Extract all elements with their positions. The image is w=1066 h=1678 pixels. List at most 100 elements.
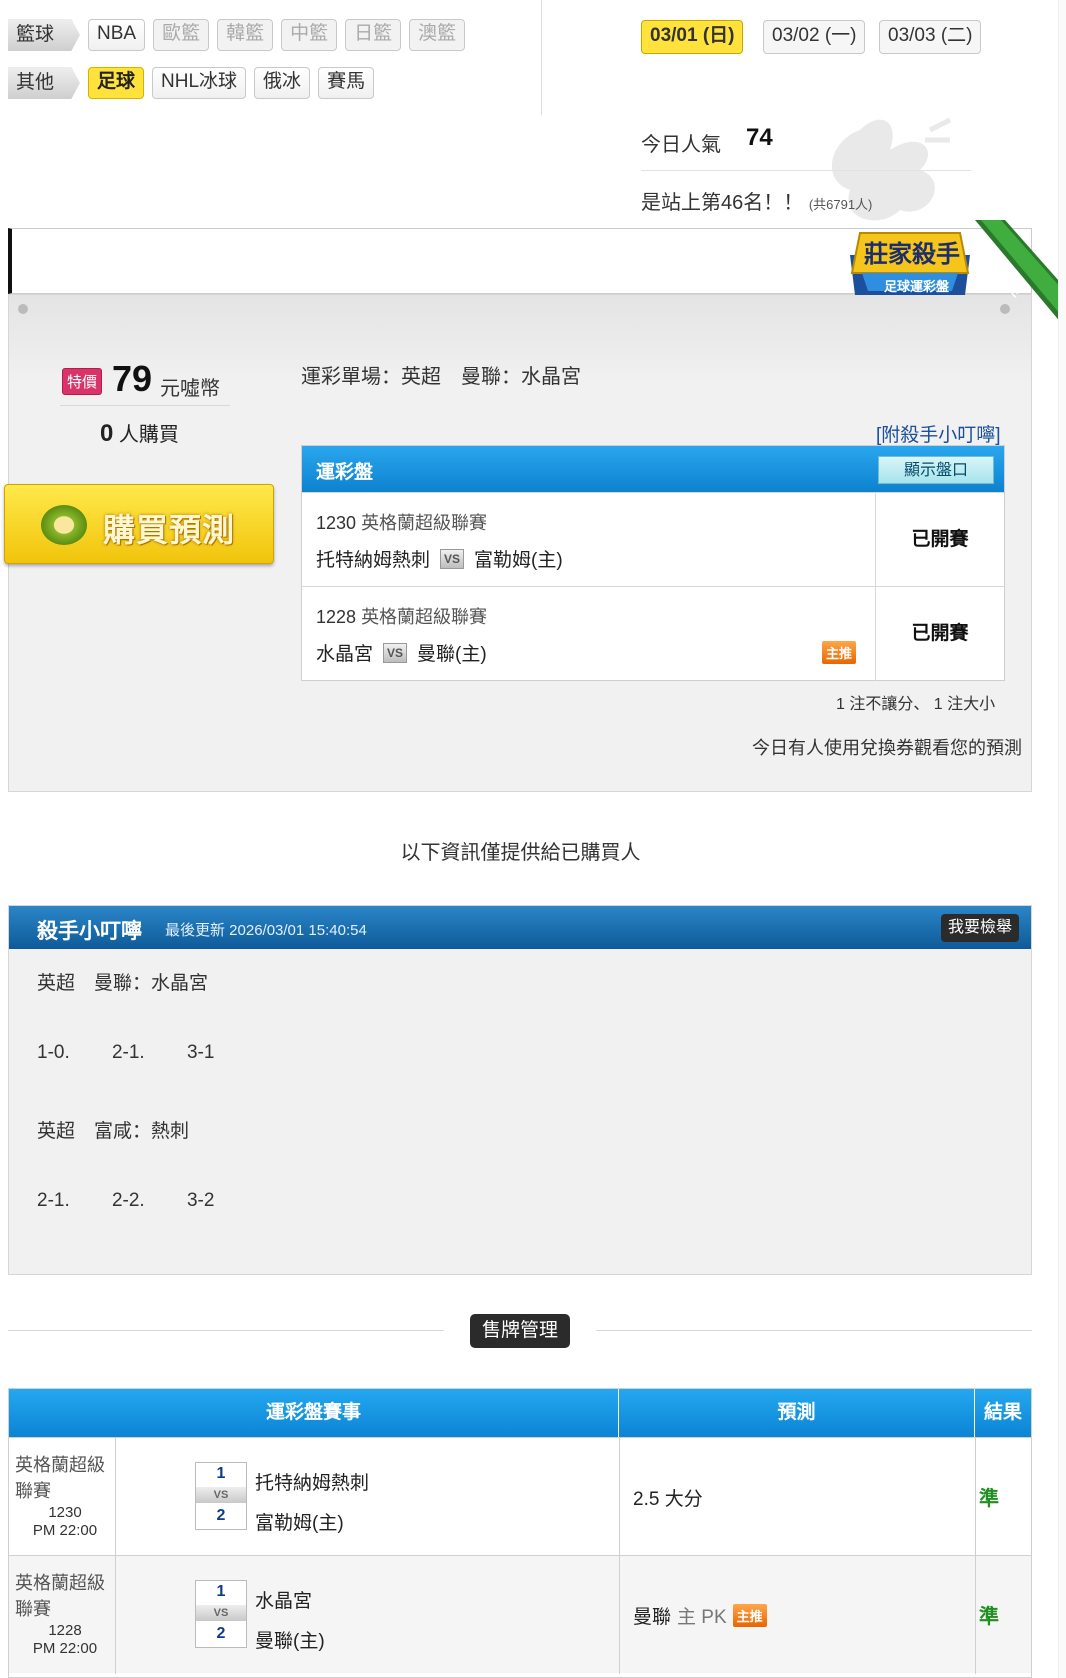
team-away: 水晶宮	[255, 1591, 313, 1612]
match-id: 1228	[316, 607, 357, 627]
score-home: 2	[216, 1507, 226, 1524]
match-info: 1228 英格蘭超級聯賽 水晶宮 VS 曼聯(主) 主推	[302, 587, 876, 681]
table-row: 英格蘭超級聯賽 1228 PM 22:00 1 VS 2 水晶宮 曼聯(主) 曼…	[9, 1555, 1031, 1674]
column-header-match: 運彩盤賽事	[9, 1389, 619, 1437]
date-button-0303[interactable]: 03/03 (二)	[879, 20, 982, 54]
rank-main: 是站上第46名！！	[641, 192, 804, 214]
row-time: 1228 PM 22:00	[15, 1622, 115, 1658]
sport-euro-basketball[interactable]: 歐籃	[153, 19, 210, 51]
sport-australia-basketball[interactable]: 澳籃	[409, 19, 466, 51]
vs-icon: VS	[383, 642, 408, 663]
price-unit: 元噓幣	[160, 378, 220, 400]
lottery-board-title: 運彩盤	[316, 462, 374, 483]
sport-row-other: 其他 足球 NHL冰球 俄冰 賽馬	[8, 66, 375, 100]
prediction-cell: 曼聯 主 PK 主推	[633, 1602, 767, 1629]
row-league: 英格蘭超級聯賽	[15, 1573, 105, 1619]
killer-notes-title: 殺手小叮嚀	[37, 920, 142, 943]
match-teams: 水晶宮 VS 曼聯(主)	[316, 639, 487, 666]
scrollbar[interactable]	[1058, 0, 1066, 1678]
special-price-tag: 特價	[62, 368, 103, 395]
match-number: 1230 英格蘭超級聯賽	[316, 509, 487, 535]
badge-title: 莊家殺手	[864, 241, 960, 268]
divider	[619, 1438, 620, 1556]
last-updated: 最後更新 2026/03/01 15:40:54	[165, 922, 367, 939]
match-id: 1230	[316, 513, 357, 533]
score-box: 1 VS 2	[195, 1462, 247, 1530]
row-match-number: 1230	[48, 1504, 82, 1521]
prediction-value: 2.5 大分	[633, 1489, 703, 1510]
lottery-board: 運彩盤 顯示盤口 1230 英格蘭超級聯賽 托特納姆熱刺 VS 富勒姆(主) 已…	[301, 445, 1005, 681]
team-away: 托特納姆熱刺	[316, 550, 431, 571]
team-away: 水晶宮	[316, 644, 374, 665]
divider	[115, 1438, 116, 1556]
sport-russia-hockey[interactable]: 俄冰	[254, 67, 311, 99]
main-pick-badge: 主推	[732, 1604, 767, 1627]
lottery-board-header: 運彩盤 顯示盤口	[302, 446, 1004, 492]
match-league: 英格蘭超級聯賽	[361, 607, 488, 627]
team-home: 曼聯(主)	[255, 1631, 325, 1652]
vs-icon: VS	[440, 548, 465, 569]
date-button-0302[interactable]: 03/02 (一)	[763, 20, 866, 54]
note-line: 1-0. 2-1. 3-1	[37, 1042, 215, 1063]
score-home: 2	[216, 1625, 226, 1642]
sport-horse-racing[interactable]: 賽馬	[318, 67, 375, 99]
buyers-count: 0 人購買	[100, 418, 179, 448]
sport-category-basketball: 籃球	[8, 19, 81, 51]
buy-prediction-label: 購買預測	[103, 512, 236, 548]
match-status: 已開賽	[911, 623, 969, 644]
row-league: 英格蘭超級聯賽	[15, 1455, 105, 1501]
row-time: 1230 PM 22:00	[15, 1504, 115, 1540]
match-status: 已開賽	[911, 529, 969, 550]
sport-korea-basketball[interactable]: 韓籃	[217, 19, 274, 51]
attached-notes-link[interactable]: [附殺手小叮嚀]	[876, 420, 1001, 447]
sport-soccer[interactable]: 足球	[88, 67, 145, 99]
match-number: 1228 英格蘭超級聯賽	[316, 603, 487, 629]
match-league: 英格蘭超級聯賽	[361, 513, 488, 533]
rank-total: (共6791人)	[808, 197, 873, 212]
vs-icon: VS	[196, 1605, 246, 1621]
match-teams: 托特納姆熱刺 VS 富勒姆(主)	[316, 545, 563, 572]
purchasers-only-note: 以下資訊僅提供給已購買人	[400, 842, 641, 864]
table-row: 英格蘭超級聯賽 1230 PM 22:00 1 VS 2 托特納姆熱刺 富勒姆(…	[9, 1437, 1031, 1556]
sport-china-basketball[interactable]: 中籃	[281, 19, 338, 51]
match-row: 1230 英格蘭超級聯賽 托特納姆熱刺 VS 富勒姆(主) 已開賽	[302, 492, 1004, 587]
match-row: 1228 英格蘭超級聯賽 水晶宮 VS 曼聯(主) 主推 已開賽	[302, 586, 1004, 681]
rank-text: 是站上第46名！！ (共6791人)	[641, 186, 872, 215]
divider	[619, 1556, 620, 1674]
prediction-value: 曼聯	[633, 1607, 672, 1628]
pin-icon	[18, 304, 28, 314]
popularity-label: 今日人氣	[641, 134, 721, 156]
coin-icon	[41, 505, 87, 545]
table-header: 運彩盤賽事 預測 結果	[9, 1389, 1031, 1437]
note-line: 英超 曼聯：水晶宮	[37, 973, 209, 994]
single-match-info: 運彩單場：英超 曼聯：水晶宮	[301, 366, 581, 388]
note-line: 英超 富咸：熱刺	[37, 1121, 190, 1142]
column-divider	[541, 0, 542, 115]
show-odds-button[interactable]: 顯示盤口	[878, 456, 994, 484]
team-away: 托特納姆熱刺	[255, 1473, 370, 1494]
result-value: 準	[979, 1488, 999, 1510]
popularity-value: 74	[746, 124, 773, 151]
team-home: 富勒姆(主)	[255, 1513, 344, 1534]
row-match-number: 1228	[48, 1622, 82, 1639]
sale-management-button[interactable]: 售牌管理	[470, 1314, 570, 1348]
buy-prediction-button[interactable]: 購買預測	[4, 484, 274, 564]
sport-nhl[interactable]: NHL冰球	[152, 67, 247, 99]
divider	[641, 170, 971, 171]
buyers-number: 0	[100, 420, 114, 447]
sport-category-other: 其他	[8, 67, 81, 99]
vs-icon: VS	[196, 1487, 246, 1503]
column-header-prediction: 預測	[619, 1389, 975, 1437]
row-kickoff: PM 22:00	[32, 1522, 98, 1539]
team-home: 富勒姆(主)	[474, 550, 563, 571]
score-away: 1	[216, 1465, 226, 1482]
team-home: 曼聯(主)	[417, 644, 487, 665]
killer-notes-panel: 殺手小叮嚀 最後更新 2026/03/01 15:40:54 我要檢舉 英超 曼…	[8, 905, 1032, 1275]
date-button-0301[interactable]: 03/01 (日)	[641, 20, 744, 54]
bet-tally: 1 注不讓分、 1 注大小	[836, 696, 996, 713]
column-header-result: 結果	[983, 1402, 1022, 1423]
price-value: 79	[112, 358, 153, 399]
sport-nba[interactable]: NBA	[88, 19, 146, 51]
report-button[interactable]: 我要檢舉	[941, 914, 1019, 942]
sport-japan-basketball[interactable]: 日籃	[345, 19, 402, 51]
